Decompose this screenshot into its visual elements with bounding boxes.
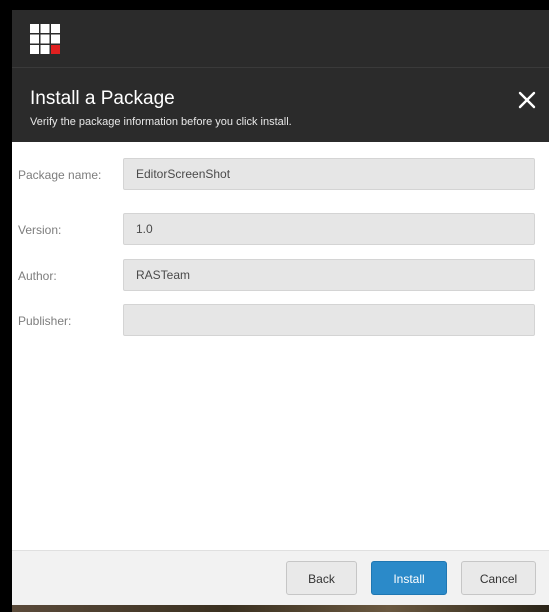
version-label: Version: (18, 223, 62, 237)
publisher-field[interactable] (123, 304, 535, 336)
install-package-dialog: Install a Package Verify the package inf… (12, 10, 549, 605)
publisher-row: Publisher: (12, 304, 549, 338)
package-name-row: Package name: (12, 158, 549, 192)
cancel-button[interactable]: Cancel (461, 561, 536, 595)
back-button[interactable]: Back (286, 561, 357, 595)
close-icon[interactable] (515, 88, 539, 112)
author-label: Author: (18, 269, 57, 283)
app-topbar (12, 10, 549, 68)
author-field[interactable] (123, 259, 535, 291)
dialog-footer: Back Install Cancel (12, 550, 549, 605)
dialog-subtitle: Verify the package information before yo… (30, 116, 292, 128)
package-name-label: Package name: (18, 168, 102, 182)
package-info-form: Package name: Version: Author: Publisher… (12, 142, 549, 550)
dialog-header: Install a Package Verify the package inf… (12, 68, 549, 142)
install-button[interactable]: Install (371, 561, 447, 595)
package-name-field[interactable] (123, 158, 535, 190)
dialog-title: Install a Package (30, 88, 175, 109)
version-field[interactable] (123, 213, 535, 245)
author-row: Author: (12, 259, 549, 293)
grid-logo-icon[interactable] (30, 24, 60, 54)
version-row: Version: (12, 213, 549, 247)
publisher-label: Publisher: (18, 314, 72, 328)
background-desktop-strip (12, 605, 549, 612)
